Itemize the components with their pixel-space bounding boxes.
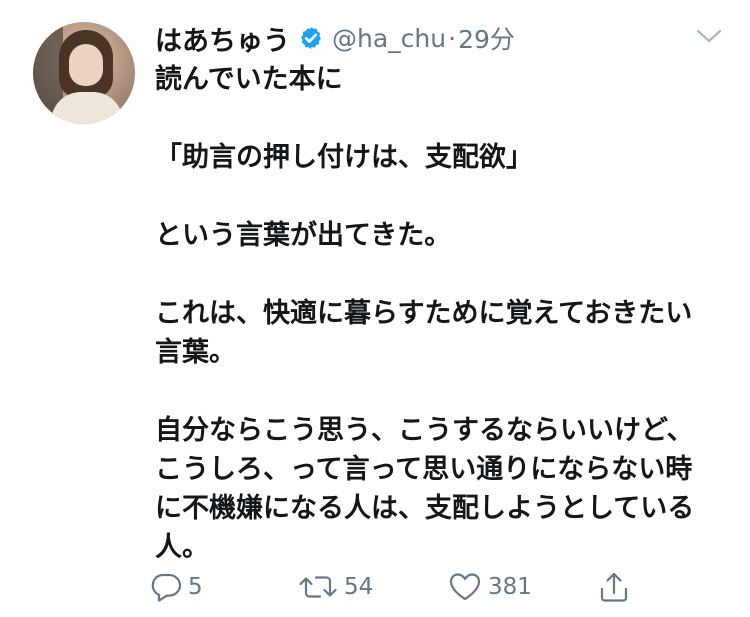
like-icon <box>448 571 482 603</box>
tweet-line: 自分ならこう思う、こうするならいいけど、 <box>155 415 694 446</box>
tweet-text: 読んでいた本に 「助言の押し付けは、支配欲」 という言葉が出てきた。 これは、快… <box>155 60 725 567</box>
chevron-down-icon[interactable] <box>695 24 723 48</box>
reply-button[interactable]: 5 <box>150 567 203 607</box>
retweet-button[interactable]: 54 <box>298 567 373 607</box>
tweet-line: 読んでいた本に <box>155 64 343 95</box>
display-name[interactable]: はあちゅう <box>155 19 290 58</box>
like-count: 381 <box>488 574 532 600</box>
tweet-line: 言葉。 <box>155 337 236 368</box>
separator-dot: · <box>448 23 457 53</box>
share-button[interactable] <box>598 567 630 607</box>
verified-badge-icon <box>298 25 324 51</box>
tweet-header: はあちゅう @ha_chu · 29分 <box>155 18 515 58</box>
tweet-line: という言葉が出てきた。 <box>155 220 452 251</box>
avatar-face <box>69 44 103 86</box>
tweet-line: こうしろ、って言って思い通りにならない時 <box>155 454 693 485</box>
avatar[interactable] <box>33 22 135 124</box>
reply-icon <box>150 571 182 603</box>
tweet[interactable]: はあちゅう @ha_chu · 29分 読んでいた本に 「助言の押し付けは、支配… <box>0 0 750 617</box>
tweet-line: これは、快適に暮らすために覚えておきたい <box>155 298 693 329</box>
retweet-count: 54 <box>344 574 374 600</box>
timestamp[interactable]: 29分 <box>458 20 515 56</box>
retweet-icon <box>298 571 338 603</box>
tweet-actions: 5 54 381 <box>150 567 650 607</box>
tweet-line: 人。 <box>155 532 209 563</box>
user-handle[interactable]: @ha_chu <box>332 24 446 53</box>
reply-count: 5 <box>188 574 203 600</box>
share-icon <box>598 570 630 604</box>
like-button[interactable]: 381 <box>448 567 532 607</box>
tweet-line: に不機嫌になる人は、支配しようとしている <box>155 493 695 524</box>
tweet-line: 「助言の押し付けは、支配欲」 <box>155 142 533 173</box>
